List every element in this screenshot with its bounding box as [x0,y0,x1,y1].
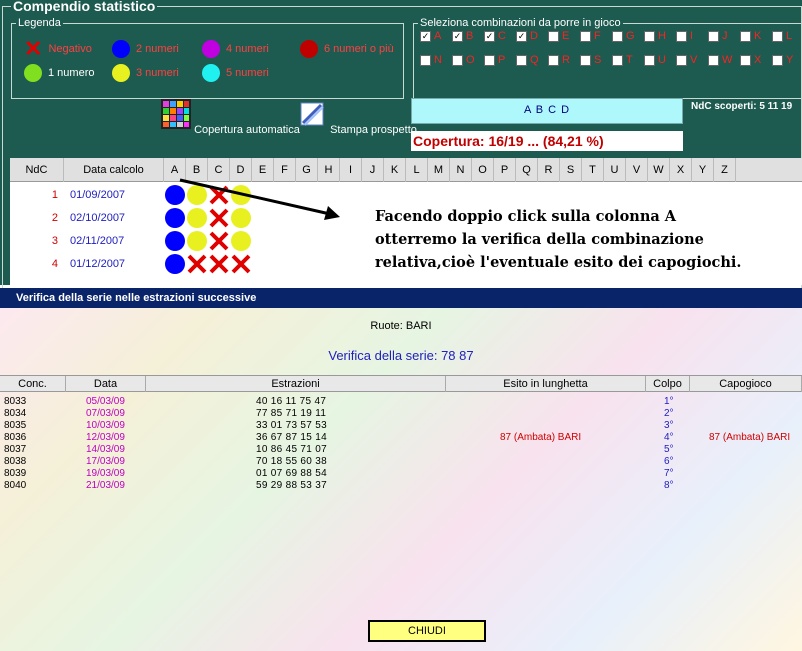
result-conc: 8033 [4,396,27,407]
result-data: 12/03/09 [86,432,125,443]
result-estr: 33 01 73 57 53 [256,420,327,431]
result-row[interactable]: 8036 12/03/09 36 67 87 15 14 87 (Ambata) BA… [0,432,802,444]
result-colpo: 7° [664,468,674,479]
results-column-header[interactable]: Colpo [646,376,690,392]
result-data: 05/03/09 [86,396,125,407]
annotation-text: Facendo doppio click sulla colonna A ott… [375,208,742,271]
result-estr: 59 29 88 53 37 [256,480,327,491]
result-estr: 36 67 87 15 14 [256,432,327,443]
result-data: 14/03/09 [86,444,125,455]
result-conc: 8034 [4,408,27,419]
result-colpo: 5° [664,444,674,455]
result-colpo: 6° [664,456,674,467]
compendio-panel: Compendio statistico Legenda ✕ Negativo 2 … [0,0,802,296]
result-estr: 77 85 71 19 11 [256,408,327,419]
result-esito: 87 (Ambata) BARI [500,432,582,443]
result-row[interactable]: 8039 19/03/09 01 07 69 88 54 7° [0,468,802,480]
result-conc: 8039 [4,468,27,479]
result-row[interactable]: 8038 17/03/09 70 18 55 60 38 6° [0,456,802,468]
result-capo: 87 (Ambata) BARI [709,432,791,443]
results-column-header[interactable]: Estrazioni [146,376,446,392]
verify-window: Verifica della serie nelle estrazioni su… [0,288,802,651]
result-estr: 40 16 11 75 47 [256,396,327,407]
result-conc: 8038 [4,456,27,467]
result-data: 19/03/09 [86,468,125,479]
result-colpo: 8° [664,480,674,491]
result-conc: 8036 [4,432,27,443]
results-column-header[interactable]: Capogioco [690,376,802,392]
result-row[interactable]: 8034 07/03/09 77 85 71 19 11 2° [0,408,802,420]
result-row[interactable]: 8040 21/03/09 59 29 88 53 37 8° [0,480,802,492]
results-column-header[interactable]: Data [66,376,146,392]
result-estr: 70 18 55 60 38 [256,456,327,467]
result-colpo: 2° [664,408,674,419]
result-data: 07/03/09 [86,408,125,419]
verifica-label: Verifica della serie: 78 87 [328,348,474,363]
result-colpo: 4° [664,432,674,443]
result-estr: 10 86 45 71 07 [256,444,327,455]
result-row[interactable]: 8035 10/03/09 33 01 73 57 53 3° [0,420,802,432]
result-data: 10/03/09 [86,420,125,431]
result-data: 21/03/09 [86,480,125,491]
result-conc: 8035 [4,420,27,431]
results-column-header[interactable]: Esito in lunghetta [446,376,646,392]
result-conc: 8037 [4,444,27,455]
close-button[interactable]: CHIUDI [368,620,486,642]
window-title: Verifica della serie nelle estrazioni su… [16,292,257,304]
result-colpo: 1° [664,396,674,407]
result-row[interactable]: 8033 05/03/09 40 16 11 75 47 1° [0,396,802,408]
result-row[interactable]: 8037 14/03/09 10 86 45 71 07 5° [0,444,802,456]
results-header: Conc. Data Estrazioni Esito in lunghetta Col… [0,375,802,392]
result-colpo: 3° [664,420,674,431]
ruote-label: Ruote: BARI [370,320,432,332]
result-estr: 01 07 69 88 54 [256,468,327,479]
window-titlebar[interactable]: Verifica della serie nelle estrazioni su… [0,288,802,308]
result-data: 17/03/09 [86,456,125,467]
results-column-header[interactable]: Conc. [0,376,66,392]
result-conc: 8040 [4,480,27,491]
